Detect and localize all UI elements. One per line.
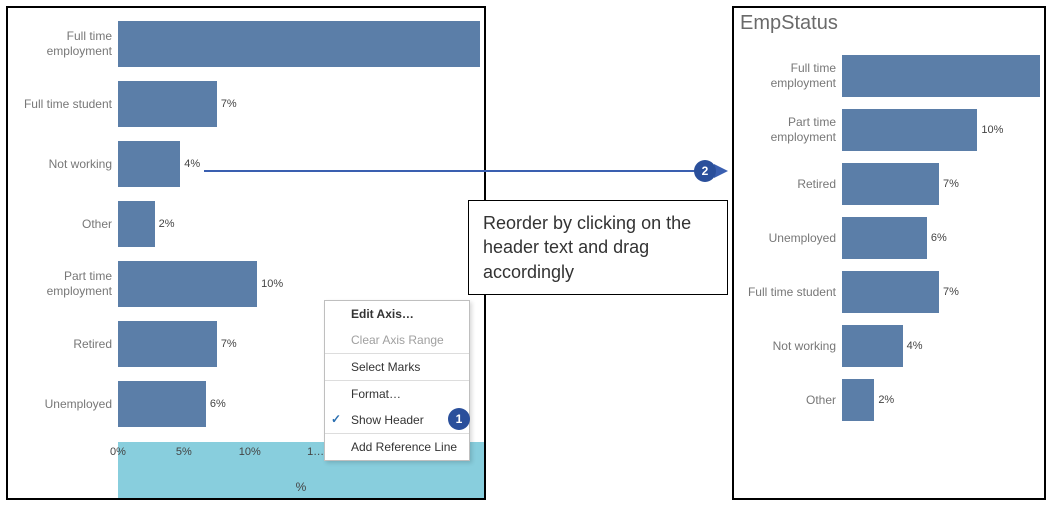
bar-area: 2% bbox=[842, 373, 1044, 427]
bar-pct: 7% bbox=[943, 286, 959, 298]
bar[interactable] bbox=[842, 109, 977, 151]
tick: 0% bbox=[110, 446, 126, 458]
bar[interactable] bbox=[118, 81, 217, 128]
table-row: Retired 7% bbox=[734, 157, 1044, 211]
bar[interactable] bbox=[118, 141, 180, 188]
bar[interactable] bbox=[842, 163, 939, 205]
bar-pct: 7% bbox=[221, 98, 237, 110]
table-row: Full time student 7% bbox=[8, 74, 484, 134]
bar-pct: 2% bbox=[159, 218, 175, 230]
axis-context-menu: Edit Axis… Clear Axis Range Select Marks… bbox=[324, 300, 470, 461]
row-label[interactable]: Other bbox=[734, 393, 842, 408]
table-row: Unemployed 6% bbox=[734, 211, 1044, 265]
bar-area: 10% bbox=[842, 103, 1044, 157]
row-label[interactable]: Unemployed bbox=[734, 231, 842, 246]
row-label[interactable]: Not working bbox=[8, 157, 118, 172]
bar-area: 2% bbox=[118, 194, 484, 254]
table-row: Other 2% bbox=[8, 194, 484, 254]
chart-title: EmpStatus bbox=[734, 8, 1044, 35]
bar-area: 4% bbox=[118, 134, 484, 194]
bar[interactable] bbox=[118, 381, 206, 428]
row-label[interactable]: Part timeemployment bbox=[734, 115, 842, 145]
bar[interactable] bbox=[842, 325, 903, 367]
bar[interactable] bbox=[118, 201, 155, 248]
menu-item-select-marks[interactable]: Select Marks bbox=[325, 354, 469, 380]
bar-pct: 6% bbox=[210, 398, 226, 410]
bar[interactable] bbox=[118, 261, 257, 308]
row-label[interactable]: Retired bbox=[734, 177, 842, 192]
right-chart-panel: EmpStatus Full timeemployment Part timee… bbox=[732, 6, 1046, 500]
bar[interactable] bbox=[118, 21, 480, 68]
x-axis-label: % bbox=[296, 480, 307, 494]
row-label[interactable]: Retired bbox=[8, 337, 118, 352]
row-label[interactable]: Full timeemployment bbox=[734, 61, 842, 91]
bar[interactable] bbox=[842, 271, 939, 313]
table-row: Part timeemployment 10% bbox=[734, 103, 1044, 157]
annotation-arrow bbox=[204, 170, 726, 172]
row-label[interactable]: Full time student bbox=[734, 285, 842, 300]
check-icon: ✓ bbox=[331, 412, 341, 426]
row-label[interactable]: Other bbox=[8, 217, 118, 232]
tick: 10% bbox=[239, 446, 261, 458]
step-badge-1: 1 bbox=[448, 408, 470, 430]
right-chart-rows: Full timeemployment Part timeemployment … bbox=[734, 35, 1044, 427]
bar-pct: 7% bbox=[943, 178, 959, 190]
row-label[interactable]: Full timeemployment bbox=[8, 29, 118, 59]
bar-area bbox=[842, 49, 1044, 103]
bar-area: 6% bbox=[842, 211, 1044, 265]
table-row: Other 2% bbox=[734, 373, 1044, 427]
bar-pct: 4% bbox=[907, 340, 923, 352]
menu-item-label: Show Header bbox=[351, 413, 424, 427]
bar[interactable] bbox=[842, 379, 874, 421]
row-label[interactable]: Unemployed bbox=[8, 397, 118, 412]
bar-pct: 10% bbox=[981, 124, 1003, 136]
bar[interactable] bbox=[118, 321, 217, 368]
tick: 1… bbox=[307, 446, 324, 458]
menu-item-edit-axis[interactable]: Edit Axis… bbox=[325, 301, 469, 327]
menu-item-add-reference-line[interactable]: Add Reference Line bbox=[325, 434, 469, 460]
bar-pct: 10% bbox=[261, 278, 283, 290]
step-badge-2: 2 bbox=[694, 160, 716, 182]
bar-area: 4% bbox=[842, 319, 1044, 373]
bar-area: 7% bbox=[118, 74, 484, 134]
bar-pct: 7% bbox=[221, 338, 237, 350]
table-row: Full timeemployment bbox=[734, 49, 1044, 103]
arrow-head-icon bbox=[714, 164, 728, 178]
bar-pct: 6% bbox=[931, 232, 947, 244]
row-label[interactable]: Not working bbox=[734, 339, 842, 354]
table-row: Full time student 7% bbox=[734, 265, 1044, 319]
menu-item-clear-axis-range: Clear Axis Range bbox=[325, 327, 469, 353]
row-label[interactable]: Full time student bbox=[8, 97, 118, 112]
bar[interactable] bbox=[842, 217, 927, 259]
instruction-callout: Reorder by clicking on the header text a… bbox=[468, 200, 728, 295]
table-row: Full timeemployment bbox=[8, 14, 484, 74]
tick: 5% bbox=[176, 446, 192, 458]
table-row: Not working 4% bbox=[734, 319, 1044, 373]
bar[interactable] bbox=[842, 55, 1040, 97]
bar-pct: 2% bbox=[878, 394, 894, 406]
bar-area: 7% bbox=[842, 157, 1044, 211]
menu-item-format[interactable]: Format… bbox=[325, 381, 469, 407]
bar-area bbox=[118, 14, 484, 74]
table-row: Not working 4% bbox=[8, 134, 484, 194]
arrow-line-icon bbox=[204, 170, 726, 172]
bar-area: 7% bbox=[842, 265, 1044, 319]
bar-pct: 4% bbox=[184, 158, 200, 170]
row-label[interactable]: Part timeemployment bbox=[8, 269, 118, 299]
